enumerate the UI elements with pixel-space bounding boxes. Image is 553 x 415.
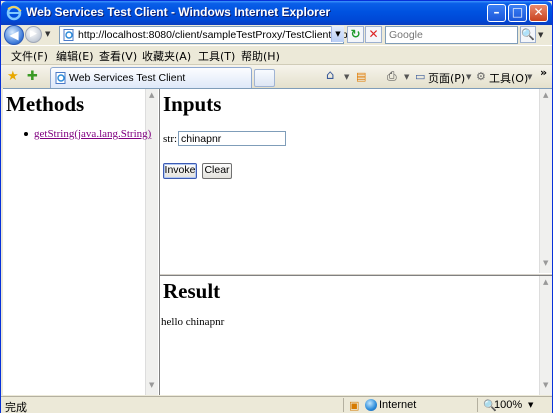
page-icon bbox=[55, 72, 66, 84]
stop-button[interactable]: ✕ bbox=[365, 26, 382, 43]
zoom-dropdown-icon[interactable]: ▼ bbox=[528, 401, 533, 409]
result-value: hello chinapnr bbox=[161, 316, 225, 328]
add-favorite-icon[interactable]: ✚ bbox=[27, 69, 38, 84]
status-bar: 完成 ▣ Internet 🔍 100% ▼ bbox=[1, 396, 552, 414]
menu-edit[interactable]: 编辑(E) bbox=[56, 48, 94, 64]
tools-dropdown-icon[interactable]: ▼ bbox=[527, 73, 532, 81]
clear-button[interactable]: Clear bbox=[202, 163, 232, 179]
ie-logo-icon bbox=[6, 5, 22, 21]
page-dropdown-icon[interactable]: ▼ bbox=[466, 73, 471, 81]
result-scrollbar[interactable]: ▲ ▼ bbox=[539, 276, 552, 395]
home-dropdown-icon[interactable]: ▼ bbox=[344, 73, 349, 81]
scroll-up-icon[interactable]: ▲ bbox=[543, 278, 548, 286]
str-param-input[interactable] bbox=[178, 131, 286, 146]
history-dropdown-icon[interactable]: ▼ bbox=[45, 30, 50, 38]
search-button[interactable]: 🔍 bbox=[520, 26, 536, 43]
page-icon bbox=[63, 29, 74, 41]
address-dropdown-icon[interactable]: ▼ bbox=[331, 26, 344, 42]
protected-mode-icon[interactable]: ▣ bbox=[349, 399, 359, 412]
back-arrow-icon: ◀ bbox=[9, 28, 19, 42]
forward-arrow-icon: ▶ bbox=[30, 29, 37, 39]
forward-button[interactable]: ▶ bbox=[25, 26, 42, 43]
tab-bar: ★ ✚ Web Services Test Client ⌂ ▼ ▤ ⎙ ▼ ▭… bbox=[1, 64, 552, 89]
url-text[interactable]: http://localhost:8080/client/sampleTestP… bbox=[78, 29, 348, 41]
address-toolbar: ◀ ▶ ▼ http://localhost:8080/client/sampl… bbox=[1, 25, 552, 45]
address-field[interactable]: http://localhost:8080/client/sampleTestP… bbox=[59, 26, 348, 44]
method-link-getstring[interactable]: getString(java.lang.String) bbox=[34, 128, 151, 140]
page-menu[interactable]: 页面(P) bbox=[428, 70, 465, 86]
home-icon[interactable]: ⌂ bbox=[326, 68, 334, 83]
tab-label: Web Services Test Client bbox=[69, 72, 186, 84]
search-box[interactable] bbox=[385, 26, 518, 44]
scroll-up-icon[interactable]: ▲ bbox=[543, 91, 548, 99]
menu-help[interactable]: 帮助(H) bbox=[241, 48, 280, 64]
status-separator bbox=[477, 398, 478, 412]
menu-view[interactable]: 查看(V) bbox=[99, 48, 137, 64]
tools-menu[interactable]: 工具(O) bbox=[489, 70, 528, 86]
scroll-up-icon[interactable]: ▲ bbox=[149, 91, 154, 99]
tab-web-services-test-client[interactable]: Web Services Test Client bbox=[50, 67, 252, 89]
feeds-icon[interactable]: ▤ bbox=[356, 70, 366, 83]
scroll-down-icon[interactable]: ▼ bbox=[149, 381, 154, 389]
methods-heading: Methods bbox=[6, 92, 85, 116]
print-icon[interactable]: ⎙ bbox=[387, 69, 397, 84]
status-separator bbox=[343, 398, 344, 412]
menu-favorites[interactable]: 收藏夹(A) bbox=[142, 48, 191, 64]
scroll-down-icon[interactable]: ▼ bbox=[543, 381, 548, 389]
back-button[interactable]: ◀ bbox=[4, 25, 24, 45]
more-chevron-icon[interactable]: » bbox=[540, 66, 547, 79]
gear-icon: ⚙ bbox=[476, 70, 486, 83]
str-param-label: str: bbox=[163, 133, 178, 145]
maximize-button[interactable]: □ bbox=[508, 4, 527, 22]
window-title: Web Services Test Client - Windows Inter… bbox=[26, 5, 331, 19]
result-heading: Result bbox=[163, 279, 221, 303]
title-bar[interactable]: Web Services Test Client - Windows Inter… bbox=[1, 1, 552, 25]
inputs-heading: Inputs bbox=[163, 92, 222, 116]
print-dropdown-icon[interactable]: ▼ bbox=[404, 73, 409, 81]
refresh-button[interactable]: ↻ bbox=[347, 26, 364, 43]
search-input[interactable] bbox=[386, 27, 517, 43]
scroll-down-icon[interactable]: ▼ bbox=[543, 259, 548, 267]
minimize-button[interactable]: – bbox=[487, 4, 506, 22]
zoom-level[interactable]: 100% bbox=[494, 399, 522, 411]
security-zone-text[interactable]: Internet bbox=[379, 399, 416, 411]
new-tab-button[interactable] bbox=[254, 69, 275, 87]
inputs-scrollbar[interactable]: ▲ ▼ bbox=[539, 89, 552, 273]
favorites-star-icon[interactable]: ★ bbox=[7, 69, 19, 84]
menu-tools[interactable]: 工具(T) bbox=[198, 48, 235, 64]
menu-file[interactable]: 文件(F) bbox=[11, 48, 48, 64]
page-menu-icon: ▭ bbox=[415, 70, 426, 83]
invoke-button[interactable]: Invoke bbox=[163, 163, 197, 179]
globe-icon bbox=[365, 399, 377, 411]
menu-bar: 文件(F) 编辑(E) 查看(V) 收藏夹(A) 工具(T) 帮助(H) bbox=[1, 45, 552, 64]
browser-window: Web Services Test Client - Windows Inter… bbox=[0, 0, 553, 414]
list-bullet bbox=[24, 132, 28, 136]
search-options-dropdown-icon[interactable]: ▼ bbox=[538, 31, 543, 39]
close-button[interactable]: ✕ bbox=[529, 4, 548, 22]
vertical-frame-divider[interactable] bbox=[158, 89, 160, 395]
